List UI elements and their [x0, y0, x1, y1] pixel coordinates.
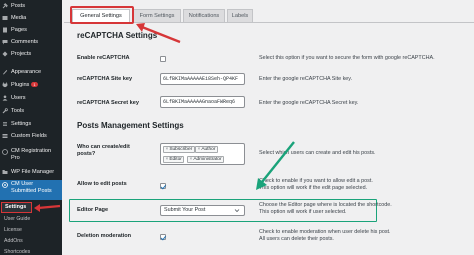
projects-icon — [2, 51, 8, 57]
editor-page-highlight-arrow — [256, 141, 295, 190]
menu-item-posts[interactable]: Posts — [0, 0, 62, 11]
enable-recaptcha-checkbox[interactable] — [160, 56, 166, 62]
wrench-icon — [2, 107, 8, 114]
remove-tag-icon[interactable]: × — [166, 157, 169, 162]
remove-tag-icon[interactable]: × — [166, 147, 169, 152]
role-tag-subscriber[interactable]: ×Subscriber — [163, 146, 195, 153]
users-icon — [2, 95, 8, 101]
tab-labels[interactable]: Labels — [227, 9, 253, 22]
role-tag-author[interactable]: ×Author — [195, 146, 218, 153]
tab-form-settings[interactable]: Form Settings — [133, 9, 181, 22]
settings-highlight-arrow — [34, 204, 61, 212]
editor-page-desc: Choose the Editor page where is located … — [259, 202, 392, 215]
plugins-update-badge: 1 — [31, 82, 38, 87]
chevron-down-icon — [234, 209, 240, 213]
menu-item-comments[interactable]: Comments — [0, 36, 62, 47]
cm-plugin-icon — [2, 182, 8, 188]
submenu-shortcodes[interactable]: Shortcodes — [4, 249, 30, 255]
page-icon — [2, 27, 8, 33]
pin-icon — [2, 2, 8, 9]
role-tag-administrator[interactable]: ×Administrator — [187, 156, 225, 163]
who-can-edit-label: Who can create/edit posts? — [77, 144, 130, 157]
allow-edit-checkbox[interactable] — [160, 183, 166, 189]
general-tab-highlight-arrow — [136, 23, 181, 44]
enable-recaptcha-label: Enable reCAPTCHA — [77, 55, 130, 61]
remove-tag-icon[interactable]: × — [198, 147, 201, 152]
comment-icon — [2, 39, 8, 45]
editor-page-select[interactable]: Submit Your Post — [160, 205, 245, 216]
secret-key-desc: Enter the google reCAPTCHA Secret key. — [259, 100, 359, 106]
editor-page-label: Editor Page — [77, 207, 109, 213]
roles-multiselect[interactable]: ×Subscriber ×Author ×Editor ×Administrat… — [160, 143, 245, 165]
remove-tag-icon[interactable]: × — [190, 157, 193, 162]
allow-edit-label: Allow to edit posts — [77, 181, 127, 187]
registration-icon — [2, 149, 8, 155]
secret-key-input[interactable]: 6LfBKIMaAAAAAGnaoaFWReq6 — [160, 96, 245, 108]
site-key-label: reCAPTCHA Site key — [77, 76, 133, 82]
admin-sidebar: Posts Media Pages Comments Projects Appe… — [0, 0, 62, 255]
secret-key-label: reCAPTCHA Secret key — [77, 100, 139, 106]
posts-section-title: Posts Management Settings — [77, 121, 184, 130]
tab-notifications[interactable]: Notifications — [183, 9, 225, 22]
brush-icon — [2, 69, 8, 75]
menu-item-wp-file-manager[interactable]: WP File Manager — [0, 166, 62, 177]
deletion-moderation-desc: Check to enable moderation when user del… — [259, 229, 391, 242]
menu-item-custom-fields[interactable]: Custom Fields — [0, 130, 62, 141]
settings-icon — [2, 121, 8, 127]
menu-item-settings[interactable]: Settings — [0, 118, 62, 129]
file-manager-icon — [2, 169, 8, 175]
deletion-moderation-label: Deletion moderation — [77, 233, 132, 239]
site-key-desc: Enter the google reCAPTCHA Site key. — [259, 76, 353, 82]
plugin-icon — [2, 82, 8, 88]
submenu-settings[interactable]: Settings — [1, 202, 32, 213]
site-key-input[interactable]: 6LfBKIMaAAAAAEi8Seh-QP4KF — [160, 73, 245, 85]
menu-item-projects[interactable]: Projects — [0, 48, 62, 59]
active-tab-highlight — [70, 6, 134, 24]
menu-item-cm-user-submitted-posts[interactable]: CM User Submitted Posts — [0, 180, 62, 200]
menu-item-appearance[interactable]: Appearance — [0, 66, 62, 77]
role-tag-editor[interactable]: ×Editor — [163, 156, 185, 163]
fields-icon — [2, 133, 8, 139]
enable-recaptcha-desc: Select this option if you want to secure… — [259, 55, 435, 61]
main-content: General Settings Form Settings Notificat… — [62, 0, 474, 255]
media-icon — [2, 15, 8, 21]
submenu-addons[interactable]: AddOns — [4, 238, 23, 244]
menu-item-users[interactable]: Users — [0, 92, 62, 103]
menu-item-tools[interactable]: Tools — [0, 105, 62, 116]
submenu-user-guide[interactable]: User Guide — [4, 216, 30, 222]
menu-item-plugins[interactable]: Plugins 1 — [0, 79, 62, 90]
submenu-license[interactable]: License — [4, 227, 22, 233]
menu-item-media[interactable]: Media — [0, 12, 62, 23]
deletion-moderation-checkbox[interactable] — [160, 234, 166, 240]
menu-item-cm-registration[interactable]: CM Registration Pro — [0, 148, 62, 162]
menu-item-pages[interactable]: Pages — [0, 24, 62, 35]
